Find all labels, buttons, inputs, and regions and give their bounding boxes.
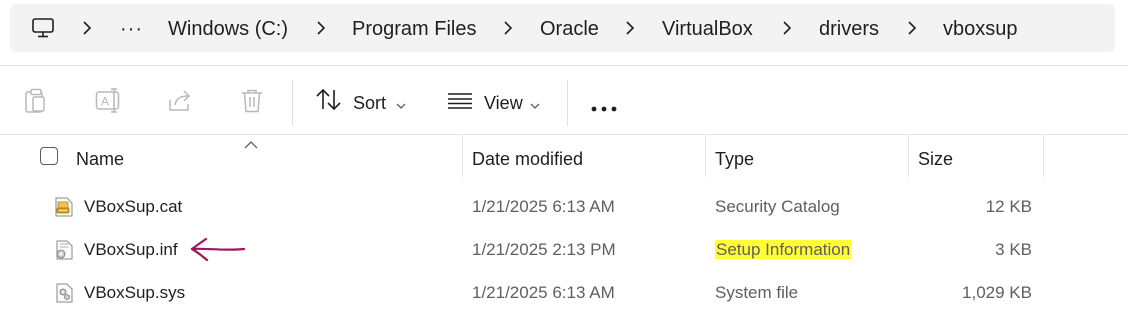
sort-ascending-icon xyxy=(244,136,258,154)
chevron-right-icon[interactable] xyxy=(625,21,635,40)
file-row[interactable]: VBoxSup.sys 1/21/2025 6:13 AM System fil… xyxy=(0,272,1128,314)
file-name[interactable]: VBoxSup.sys xyxy=(84,281,185,305)
breadcrumb-overflow-button[interactable]: ··· xyxy=(120,15,143,43)
column-header-date-modified[interactable]: Date modified xyxy=(472,147,583,171)
rename-icon[interactable]: A xyxy=(95,88,123,119)
computer-icon[interactable] xyxy=(32,18,54,43)
divider xyxy=(0,134,1128,135)
column-separator[interactable] xyxy=(1043,135,1044,177)
select-all-checkbox[interactable] xyxy=(40,147,58,165)
breadcrumb-item-oracle[interactable]: Oracle xyxy=(540,15,599,43)
breadcrumb-item-virtualbox[interactable]: VirtualBox xyxy=(662,15,753,43)
column-separator[interactable] xyxy=(462,135,463,177)
column-header-name[interactable]: Name xyxy=(76,147,124,171)
chevron-right-icon[interactable] xyxy=(503,21,513,40)
column-separator[interactable] xyxy=(908,135,909,177)
file-row[interactable]: VBoxSup.inf 1/21/2025 2:13 PM Setup Info… xyxy=(0,229,1128,271)
view-button[interactable]: View xyxy=(484,91,523,115)
view-icon[interactable] xyxy=(448,93,472,114)
breadcrumb-item-program-files[interactable]: Program Files xyxy=(352,15,476,43)
column-header-size[interactable]: Size xyxy=(918,147,953,171)
file-type: Setup Information xyxy=(715,238,852,262)
share-icon[interactable] xyxy=(168,88,194,119)
column-header-type[interactable]: Type xyxy=(715,147,754,171)
column-separator[interactable] xyxy=(705,135,706,177)
chevron-right-icon[interactable] xyxy=(782,21,792,40)
file-date-modified: 1/21/2025 2:13 PM xyxy=(472,240,616,259)
file-type: System file xyxy=(715,283,799,302)
breadcrumb-item-vboxsup[interactable]: vboxsup xyxy=(943,15,1018,43)
file-size: 12 KB xyxy=(985,197,1032,216)
file-date-modified: 1/21/2025 6:13 AM xyxy=(472,197,615,216)
file-date-modified: 1/21/2025 6:13 AM xyxy=(472,283,615,302)
trash-icon[interactable] xyxy=(240,88,264,119)
setup-info-icon xyxy=(53,239,75,266)
chevron-right-icon[interactable] xyxy=(907,21,917,40)
chevron-down-icon[interactable] xyxy=(530,97,540,115)
annotation-arrow-icon xyxy=(188,236,248,267)
sort-button[interactable]: Sort xyxy=(353,91,386,115)
file-size: 1,029 KB xyxy=(962,283,1032,302)
breadcrumb-item-windows-c[interactable]: Windows (C:) xyxy=(168,15,288,43)
more-options-icon[interactable] xyxy=(591,99,617,117)
chevron-right-icon xyxy=(82,21,92,40)
address-bar[interactable]: ··· Windows (C:) Program Files Oracle Vi… xyxy=(10,4,1115,52)
toolbar-divider xyxy=(292,80,293,126)
breadcrumb-item-drivers[interactable]: drivers xyxy=(819,15,879,43)
toolbar-divider xyxy=(567,80,568,126)
svg-text:A: A xyxy=(101,95,109,109)
highlight-marker: Setup Information xyxy=(715,240,852,259)
file-name[interactable]: VBoxSup.cat xyxy=(84,195,182,219)
system-file-icon xyxy=(53,282,75,309)
sort-icon[interactable] xyxy=(316,88,342,117)
file-name[interactable]: VBoxSup.inf xyxy=(84,238,178,262)
clipboard-icon[interactable] xyxy=(23,88,47,119)
file-row[interactable]: VBoxSup.cat 1/21/2025 6:13 AM Security C… xyxy=(0,186,1128,228)
file-size: 3 KB xyxy=(995,240,1032,259)
divider xyxy=(0,65,1128,66)
file-type: Security Catalog xyxy=(715,197,840,216)
chevron-right-icon[interactable] xyxy=(316,21,326,40)
chevron-down-icon[interactable] xyxy=(396,97,406,115)
security-catalog-icon xyxy=(53,196,75,223)
